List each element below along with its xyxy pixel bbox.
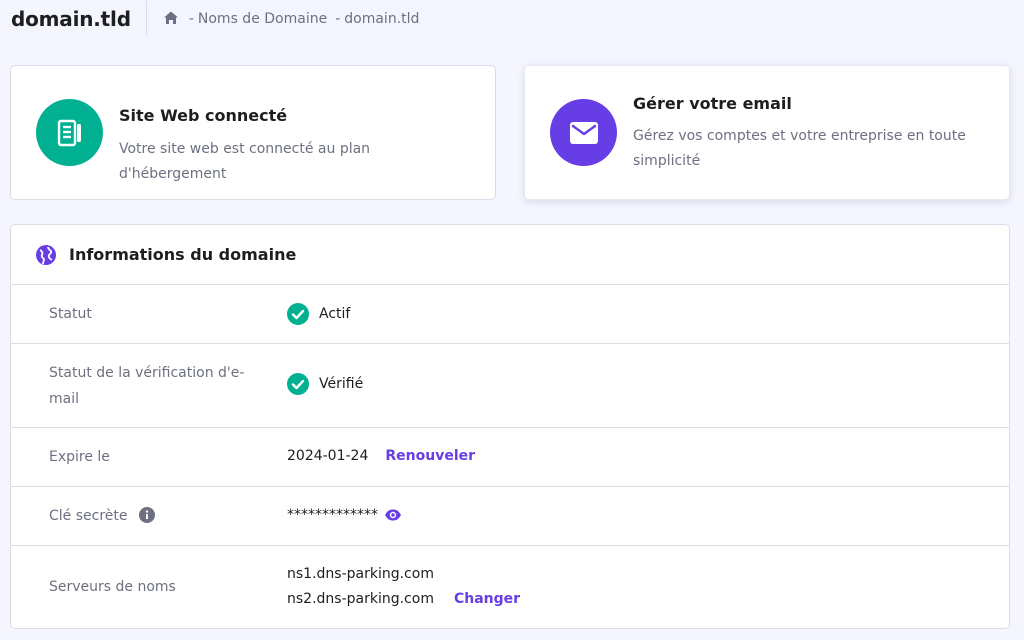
email-card-title: Gérer votre email: [633, 94, 792, 113]
email-verification-row: Statut de la vérification d'e-mail Vérif…: [11, 344, 1009, 428]
globe-icon: [36, 244, 56, 265]
expiry-row: Expire le 2024-01-24 Renouveler: [11, 428, 1009, 487]
breadcrumb-separator: -: [188, 11, 194, 27]
domain-info-card: Informations du domaine Statut Actif Sta…: [10, 224, 1010, 629]
email-icon-circle: [550, 99, 617, 166]
email-card-description: Gérez vos comptes et votre entreprise en…: [633, 128, 966, 169]
domain-info-header: Informations du domaine: [11, 225, 1009, 285]
breadcrumb-separator: -: [335, 11, 341, 27]
expiry-date: 2024-01-24: [287, 448, 369, 464]
website-card-title: Site Web connecté: [119, 106, 288, 125]
email-verification-value: Vérifié: [287, 373, 363, 395]
home-icon[interactable]: [163, 10, 179, 26]
secret-key-masked: *************: [287, 507, 378, 523]
nameserver-1: ns1.dns-parking.com: [287, 566, 434, 582]
nameservers-row: Serveurs de noms ns1.dns-parking.com ns2…: [11, 546, 1009, 629]
eye-icon[interactable]: [384, 506, 402, 524]
server-icon: [57, 119, 81, 146]
secret-key-label-text: Clé secrète: [49, 508, 128, 524]
website-connected-card[interactable]: Site Web connecté Votre site web est con…: [10, 65, 496, 200]
email-verification-text: Vérifié: [319, 376, 364, 392]
expiry-label: Expire le: [49, 449, 110, 465]
secret-key-row: Clé secrète *************: [11, 487, 1009, 546]
secret-key-label: Clé secrète: [49, 503, 259, 529]
nameservers-list: ns1.dns-parking.com ns2.dns-parking.com …: [287, 562, 520, 612]
breadcrumb-current: domain.tld: [344, 11, 420, 27]
check-circle-icon: [287, 303, 309, 325]
status-row: Statut Actif: [11, 285, 1009, 344]
website-card-description: Votre site web est connecté au plan d'hé…: [119, 141, 371, 182]
status-label: Statut: [49, 306, 92, 322]
info-icon[interactable]: [138, 507, 155, 523]
breadcrumb-domains[interactable]: Noms de Domaine: [198, 11, 327, 27]
check-circle-icon: [287, 373, 309, 395]
manage-email-card[interactable]: Gérer votre email Gérez vos comptes et v…: [524, 65, 1010, 200]
header-divider: [145, 1, 147, 35]
breadcrumb: - Noms de Domaine - domain.tld: [163, 10, 420, 27]
page-header: domain.tld - Noms de Domaine - domain.tl…: [0, 0, 1024, 38]
domain-info-title: Informations du domaine: [69, 245, 297, 264]
secret-key-value: *************: [287, 506, 402, 524]
status-text: Actif: [319, 306, 351, 322]
nameserver-2: ns2.dns-parking.com: [287, 591, 434, 607]
status-value: Actif: [287, 303, 350, 325]
email-verification-label: Statut de la vérification d'e-mail: [49, 365, 245, 407]
expiry-value: 2024-01-24 Renouveler: [287, 448, 475, 464]
nameserver-2-line: ns2.dns-parking.com Changer: [287, 587, 520, 612]
renew-link[interactable]: Renouveler: [385, 448, 475, 464]
nameservers-label: Serveurs de noms: [49, 579, 176, 595]
change-nameservers-link[interactable]: Changer: [454, 587, 520, 612]
page-title: domain.tld: [11, 7, 131, 31]
mail-icon: [569, 121, 598, 144]
website-icon-circle: [36, 99, 103, 166]
